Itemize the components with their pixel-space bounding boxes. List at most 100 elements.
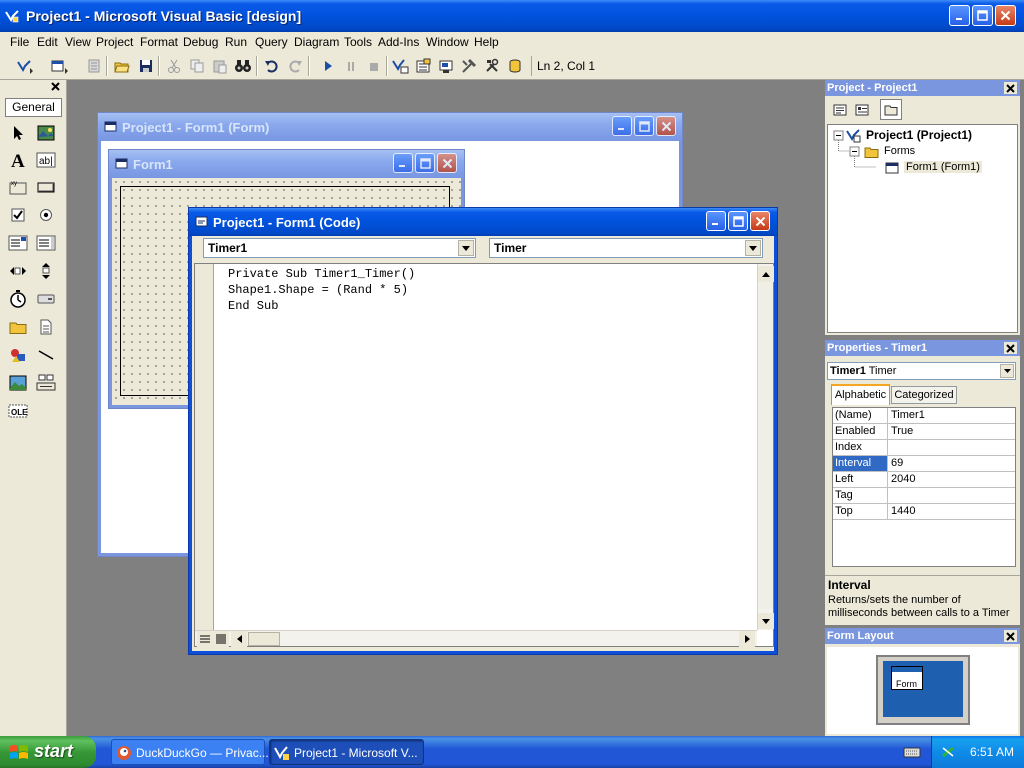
form1-close-button[interactable] (437, 153, 457, 173)
redo-button[interactable] (285, 56, 305, 76)
tool-hscrollbar[interactable] (7, 260, 29, 282)
vb-app-icon[interactable] (5, 9, 19, 23)
menu-view[interactable]: View (65, 35, 91, 49)
tool-image[interactable] (7, 372, 29, 394)
form-designer-maximize-button[interactable] (634, 116, 654, 136)
code-horizontal-scrollbar[interactable] (195, 630, 757, 647)
code-editor[interactable]: Private Sub Timer1_Timer() Shape1.Shape … (194, 263, 774, 647)
form-node-label[interactable]: Form1 (Form1) (904, 161, 982, 173)
keyboard-icon[interactable] (903, 745, 921, 759)
tool-pointer[interactable] (7, 122, 29, 144)
taskbar-item-duckduckgo[interactable]: DuckDuckGo — Privac... (111, 739, 269, 765)
tool-picturebox[interactable] (35, 122, 57, 144)
object-dropdown-arrow[interactable] (458, 240, 474, 256)
properties-close-button[interactable] (1004, 342, 1017, 354)
menu-edit[interactable]: Edit (37, 35, 58, 49)
project-node-label[interactable]: Project1 (Project1) (866, 128, 972, 142)
project-explorer-button[interactable] (390, 56, 410, 76)
code-window-title-bar[interactable]: Project1 - Form1 (Code) (189, 208, 777, 236)
start-button[interactable] (318, 56, 338, 76)
tool-frame[interactable]: xy (7, 176, 29, 198)
tool-dirlistbox[interactable] (7, 316, 29, 338)
view-code-button[interactable] (830, 100, 850, 119)
project-tree[interactable]: Project1 (Project1) Forms Form1 (Form1) (827, 124, 1018, 333)
prop-row-interval[interactable]: Interval 69 (833, 456, 1015, 472)
prop-row-left[interactable]: Left 2040 (833, 472, 1015, 488)
tool-listbox[interactable] (35, 232, 57, 254)
tool-combobox[interactable] (7, 232, 29, 254)
form-layout-close-button[interactable] (1004, 630, 1017, 642)
code-line-2[interactable]: Shape1.Shape = (Rand * 5) (228, 283, 408, 297)
menu-add-ins[interactable]: Add-Ins (378, 35, 419, 49)
tool-timer[interactable] (7, 288, 29, 310)
find-button[interactable] (233, 56, 253, 76)
tab-categorized[interactable]: Categorized (891, 386, 957, 404)
prop-row-index[interactable]: Index (833, 440, 1015, 456)
data-view-button[interactable] (505, 56, 525, 76)
object-selector[interactable]: Timer1 Timer (827, 362, 1016, 380)
form-designer-close-button[interactable] (656, 116, 676, 136)
copy-button[interactable] (187, 56, 207, 76)
tool-data[interactable] (35, 372, 57, 394)
mini-form-preview[interactable]: Form (891, 666, 923, 690)
add-project-button[interactable] (15, 56, 35, 76)
add-form-button[interactable] (49, 56, 69, 76)
procedure-view-button[interactable] (197, 631, 213, 647)
toolbox-close-button[interactable] (49, 81, 62, 93)
tool-label[interactable]: A (7, 149, 29, 171)
margin-indicator-bar[interactable] (195, 264, 214, 630)
maximize-button[interactable] (972, 5, 993, 26)
menu-tools[interactable]: Tools (344, 35, 372, 49)
form1-title-bar[interactable]: Form1 (109, 150, 464, 178)
tool-shape[interactable] (7, 344, 29, 366)
menu-project[interactable]: Project (96, 35, 133, 49)
form1-minimize-button[interactable] (393, 153, 413, 173)
prop-row-name[interactable]: (Name) Timer1 (833, 408, 1015, 424)
open-project-button[interactable] (112, 56, 132, 76)
toolbox-button[interactable] (482, 56, 502, 76)
prop-value[interactable] (889, 440, 1015, 455)
menu-editor-button[interactable] (84, 56, 104, 76)
object-dropdown[interactable]: Timer1 (203, 238, 476, 258)
tool-commandbutton[interactable] (35, 176, 57, 198)
undo-button[interactable] (262, 56, 282, 76)
form1-maximize-button[interactable] (415, 153, 435, 173)
main-title-bar[interactable]: Project1 - Microsoft Visual Basic [desig… (0, 0, 1024, 32)
prop-value[interactable]: Timer1 (889, 408, 1015, 423)
properties-window-button[interactable] (413, 56, 433, 76)
menu-help[interactable]: Help (474, 35, 499, 49)
menu-diagram[interactable]: Diagram (294, 35, 339, 49)
break-button[interactable] (341, 56, 361, 76)
prop-row-tag[interactable]: Tag (833, 488, 1015, 504)
code-maximize-button[interactable] (728, 211, 748, 231)
toolbox-tab-general[interactable]: General (5, 98, 62, 117)
scroll-left-button[interactable] (231, 631, 247, 647)
code-window[interactable]: Project1 - Form1 (Code) Timer1 Timer Pri… (189, 208, 777, 654)
network-icon[interactable] (940, 744, 956, 760)
object-selector-arrow[interactable] (1000, 364, 1014, 378)
prop-row-enabled[interactable]: Enabled True (833, 424, 1015, 440)
scroll-track[interactable] (759, 282, 773, 609)
start-button[interactable]: start (0, 736, 96, 768)
tool-filelistbox[interactable] (35, 316, 57, 338)
cut-button[interactable] (164, 56, 184, 76)
menu-format[interactable]: Format (140, 35, 178, 49)
project-explorer-close-button[interactable] (1004, 82, 1017, 94)
save-project-button[interactable] (136, 56, 156, 76)
taskbar-item-visual-basic[interactable]: Project1 - Microsoft V... (269, 739, 424, 765)
tool-checkbox[interactable] (7, 204, 29, 226)
full-module-view-button[interactable] (213, 631, 229, 647)
toggle-folders-button[interactable] (880, 99, 902, 120)
scroll-thumb[interactable] (248, 632, 280, 646)
prop-value[interactable]: True (889, 424, 1015, 439)
procedure-dropdown-arrow[interactable] (745, 240, 761, 256)
paste-button[interactable] (210, 56, 230, 76)
code-vertical-scrollbar[interactable] (757, 264, 774, 630)
prop-value[interactable]: 69 (889, 456, 1015, 471)
code-minimize-button[interactable] (706, 211, 726, 231)
tool-ole[interactable]: OLE (7, 400, 29, 422)
close-button[interactable] (995, 5, 1016, 26)
scroll-down-button[interactable] (758, 613, 774, 629)
form-layout-area[interactable]: Form (827, 647, 1018, 734)
minimize-button[interactable] (949, 5, 970, 26)
